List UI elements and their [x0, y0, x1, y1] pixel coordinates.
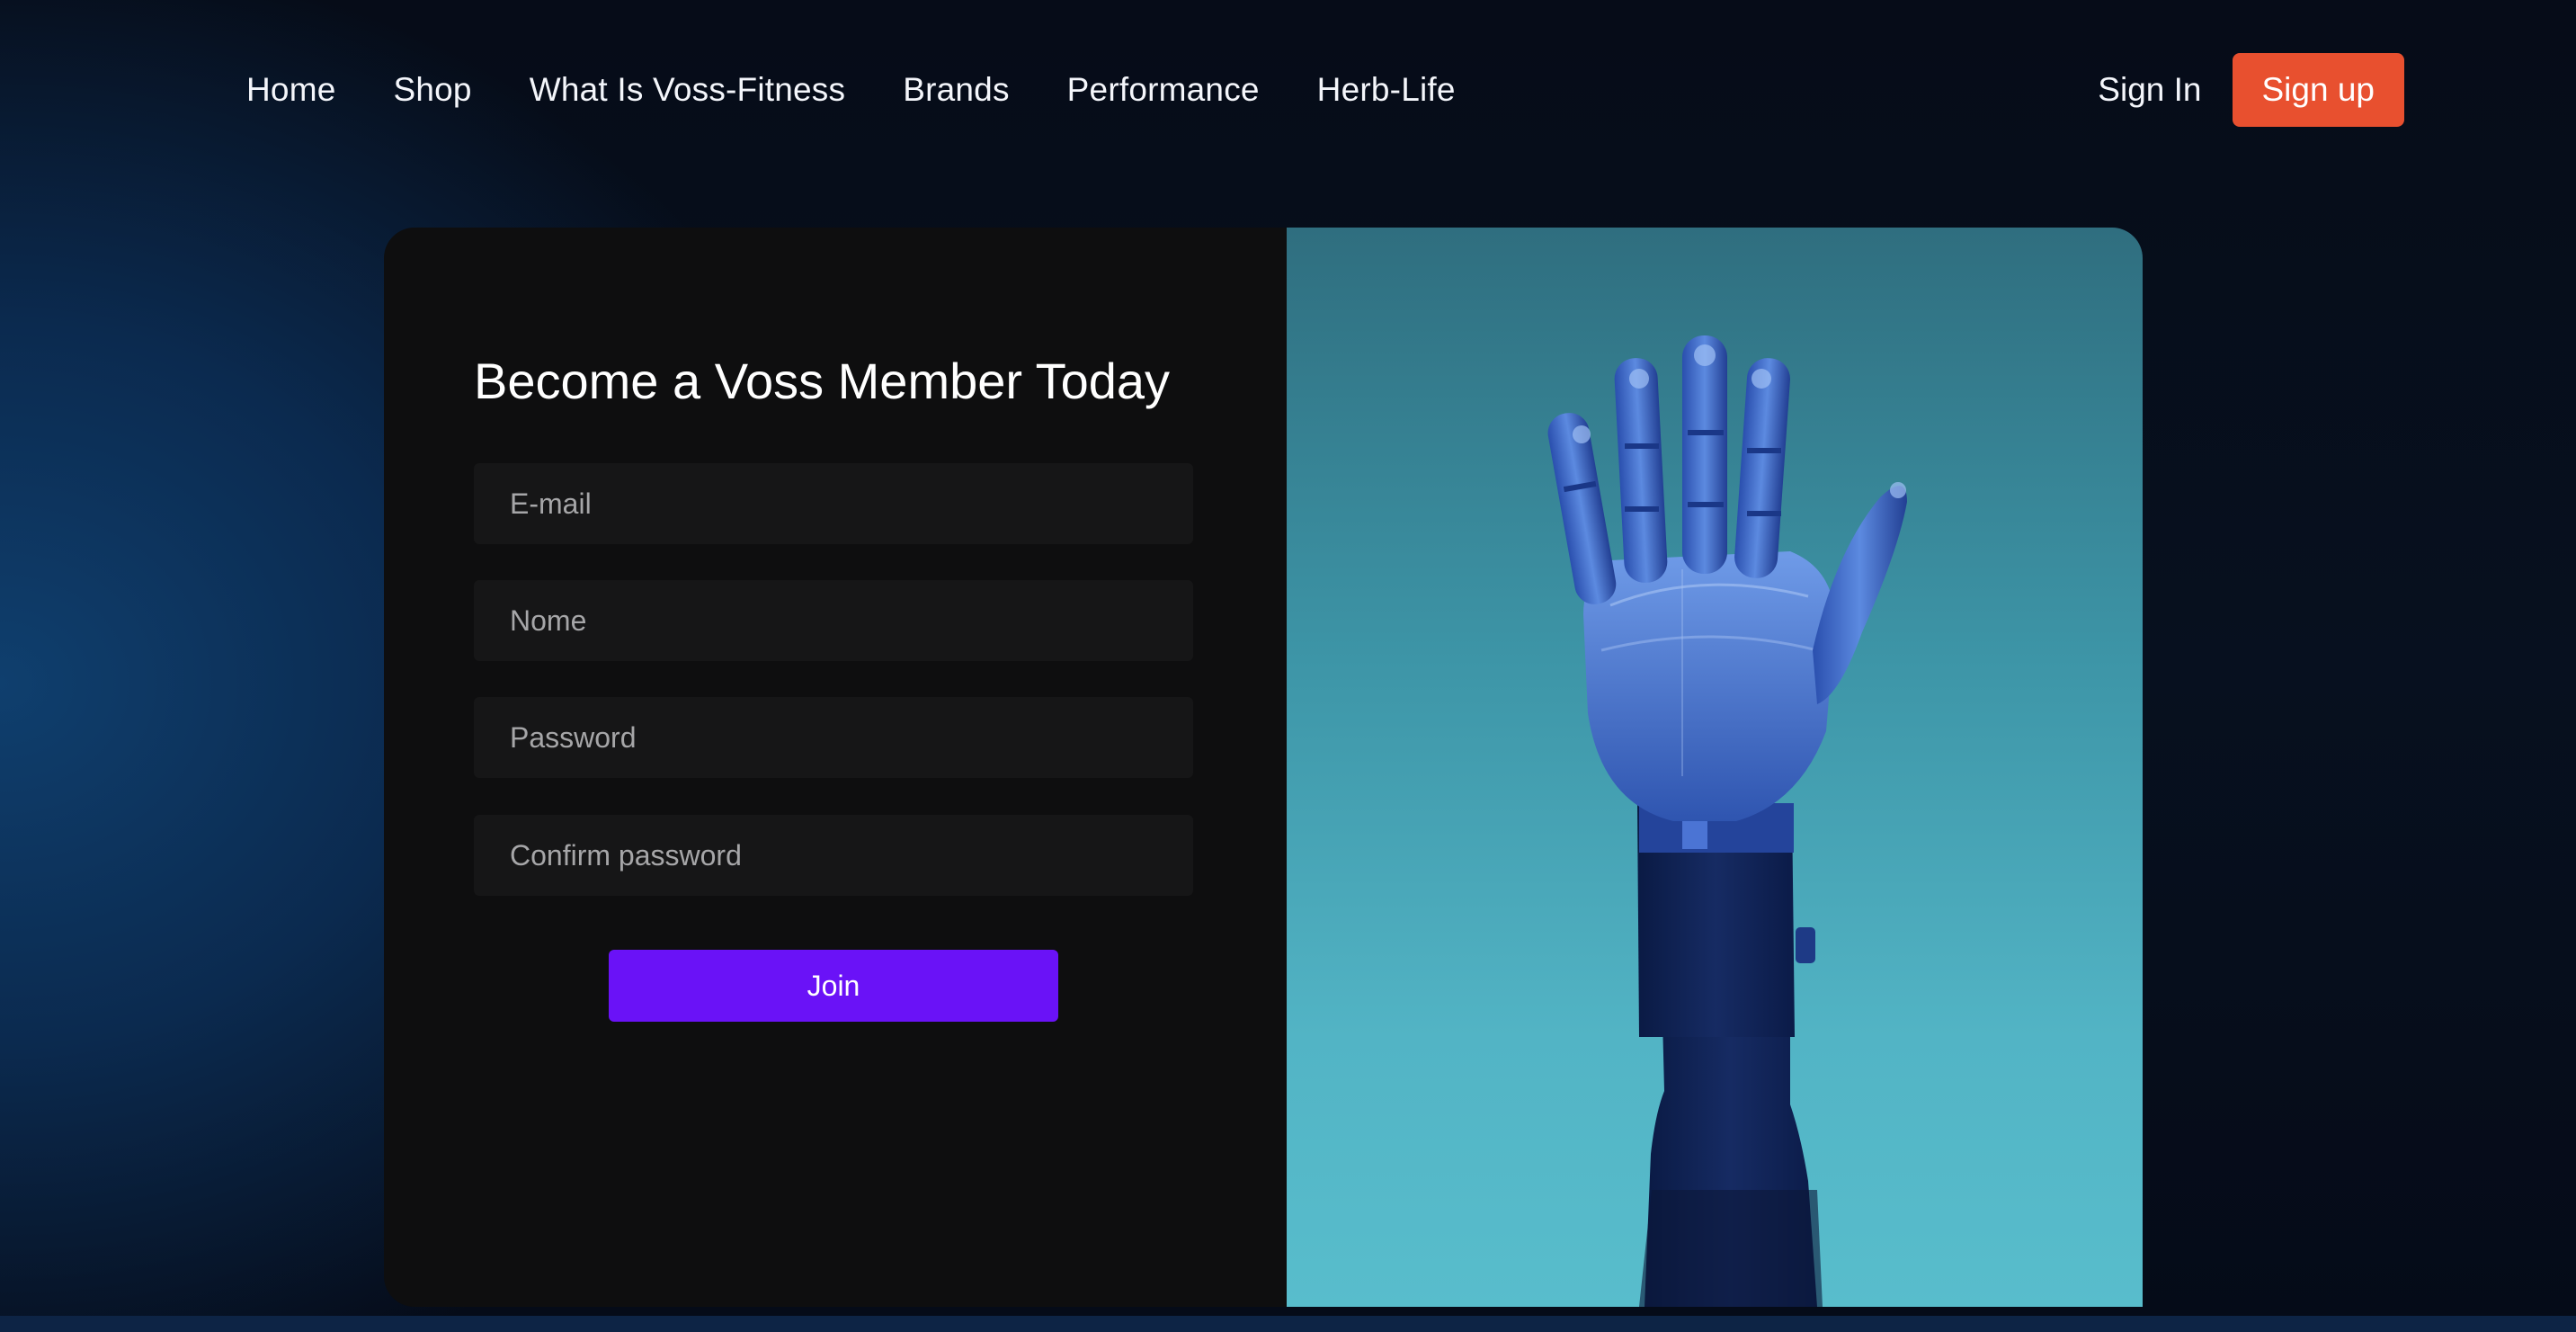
nav-links: Home Shop What Is Voss-Fitness Brands Pe… [246, 71, 1456, 109]
nav-link-herb-life[interactable]: Herb-Life [1317, 71, 1456, 109]
top-navigation: Home Shop What Is Voss-Fitness Brands Pe… [246, 52, 2404, 128]
password-field[interactable] [474, 697, 1193, 778]
signup-form-panel: Become a Voss Member Today Join [384, 228, 1287, 1307]
nav-link-home[interactable]: Home [246, 71, 336, 109]
nav-auth: Sign In Sign up [2098, 53, 2404, 127]
nav-link-brands[interactable]: Brands [903, 71, 1009, 109]
robotic-hand-icon [1547, 335, 1907, 1307]
nav-link-performance[interactable]: Performance [1067, 71, 1260, 109]
palm-shape [1583, 551, 1835, 821]
nav-link-what-is-voss-fitness[interactable]: What Is Voss-Fitness [530, 71, 846, 109]
name-field[interactable] [474, 580, 1193, 661]
page-bottom-strip [0, 1316, 2576, 1332]
sign-up-button[interactable]: Sign up [2232, 53, 2404, 127]
join-button[interactable]: Join [609, 950, 1058, 1022]
form-title: Become a Voss Member Today [474, 353, 1171, 409]
email-field[interactable] [474, 463, 1193, 544]
nav-link-shop[interactable]: Shop [394, 71, 472, 109]
sign-in-link[interactable]: Sign In [2098, 71, 2201, 109]
confirm-password-field[interactable] [474, 815, 1193, 896]
hero-image-panel [1287, 228, 2143, 1307]
